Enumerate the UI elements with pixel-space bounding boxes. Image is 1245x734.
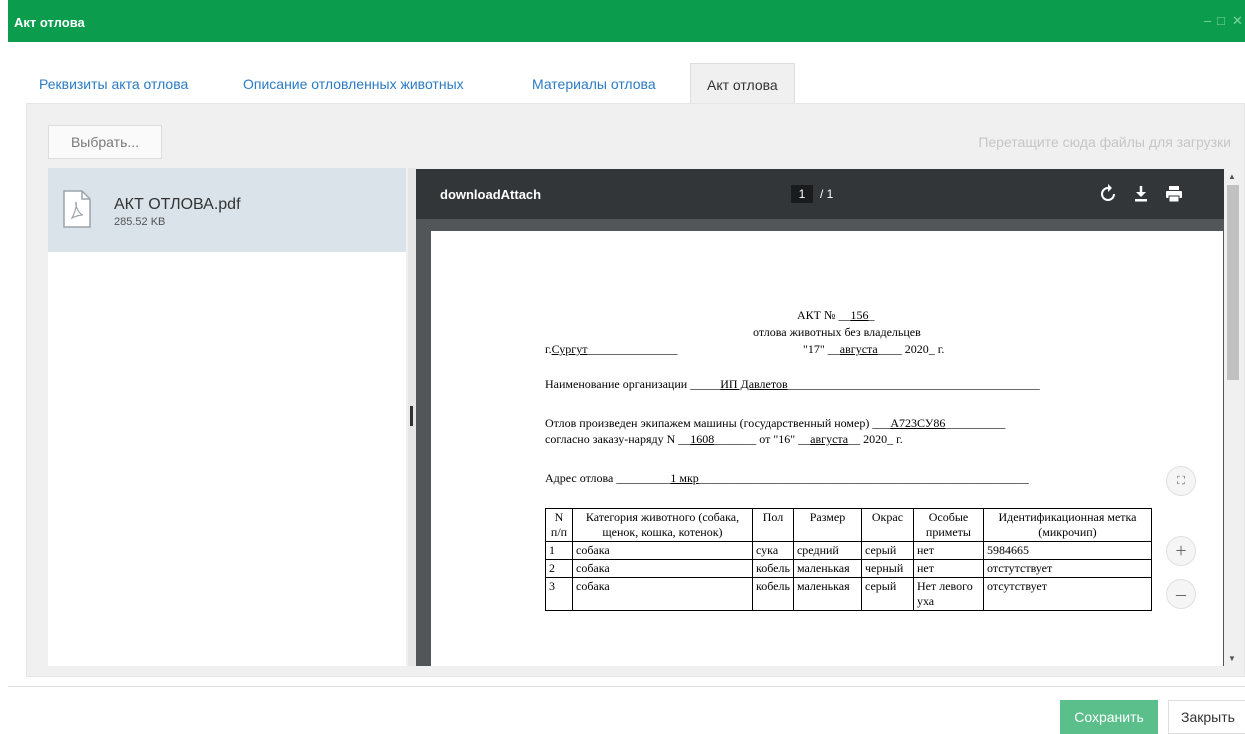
table-cell: средний	[792, 541, 862, 560]
doc-address-value: 1 мкр	[670, 471, 699, 485]
footer-divider	[8, 686, 1245, 687]
doc-date-day: "17"	[803, 342, 825, 356]
table-cell: собака	[572, 541, 753, 560]
doc-org-label: Наименование организации	[545, 377, 688, 391]
zoom-in-button[interactable]: +	[1166, 536, 1196, 566]
pdf-document-title: downloadAttach	[440, 187, 542, 202]
table-cell: отсутствует	[982, 577, 1152, 611]
pdf-file-icon	[63, 190, 91, 228]
table-cell: маленькая	[792, 559, 862, 578]
table-cell: серый	[860, 577, 914, 611]
tab-catch-materials[interactable]: Материалы отлова	[532, 63, 656, 103]
scrollbar-thumb[interactable]	[1227, 185, 1239, 380]
table-cell: 3	[545, 577, 573, 611]
table-cell: черный	[860, 559, 914, 578]
table-cell: нет	[912, 541, 984, 560]
table-cell: отстутствует	[982, 559, 1152, 578]
doc-title-line: АКТ № __156_	[797, 308, 875, 322]
table-cell: 2	[545, 559, 573, 578]
doc-order-number: 1608	[690, 432, 715, 446]
doc-number: 156	[850, 308, 869, 322]
page-total: / 1	[820, 187, 834, 201]
zoom-out-button[interactable]: –	[1166, 579, 1196, 609]
doc-org-line: Наименование организации _____ИП Давлето…	[545, 377, 1040, 391]
file-list: АКТ ОТЛОВА.pdf 285.52 KB	[48, 168, 406, 666]
pdf-viewer: downloadAttach 1 / 1 АКТ № __156_ отлова…	[416, 169, 1224, 666]
file-size: 285.52 KB	[114, 216, 166, 228]
table-row: 1 собака сука средний серый нет 5984665	[545, 541, 1152, 560]
close-button[interactable]: Закрыть	[1168, 700, 1245, 734]
table-cell: сука	[752, 541, 794, 560]
table-header: Размер	[792, 508, 862, 542]
table-header: Категория животного (собака, щенок, кошк…	[572, 508, 753, 542]
table-header: Окрас	[860, 508, 914, 542]
table-cell: собака	[572, 577, 753, 611]
tab-animals-description[interactable]: Описание отловленных животных	[243, 63, 464, 103]
splitter-grip[interactable]	[410, 406, 413, 426]
rotate-icon[interactable]	[1096, 182, 1120, 206]
save-button[interactable]: Сохранить	[1060, 700, 1158, 734]
doc-crew-value: А723СУ86	[890, 416, 946, 430]
close-icon[interactable]: ✕	[1232, 13, 1243, 29]
table-cell: серый	[860, 541, 914, 560]
upload-toolbar: Выбрать... Перетащите сюда файлы для заг…	[27, 104, 1244, 166]
title-bar: Акт отлова – □ ✕	[8, 0, 1245, 42]
drop-zone-hint[interactable]: Перетащите сюда файлы для загрузки	[978, 134, 1231, 150]
doc-crew-line: Отлов произведен экипажем машины (госуда…	[545, 416, 1006, 430]
table-cell: нет	[912, 559, 984, 578]
doc-subtitle: отлова животных без владельцев	[753, 325, 921, 339]
table-cell: Нет левого уха	[912, 577, 984, 611]
pdf-page: АКТ № __156_ отлова животных без владель…	[431, 231, 1223, 666]
table-cell: кобель	[752, 577, 794, 611]
doc-address-label: Адрес отлова	[545, 471, 614, 485]
print-icon[interactable]	[1162, 182, 1186, 206]
table-row: 3 собака кобель маленькая серый Нет лево…	[545, 577, 1152, 611]
doc-order-from: от "16"	[759, 432, 796, 446]
doc-date-month: августа	[839, 342, 878, 356]
doc-crew-label: Отлов произведен экипажем машины (госуда…	[545, 416, 870, 430]
attachments-panel: Выбрать... Перетащите сюда файлы для заг…	[26, 103, 1245, 677]
tab-bar: Реквизиты акта отлова Описание отловленн…	[8, 63, 1245, 103]
file-name: АКТ ОТЛОВА.pdf	[114, 196, 241, 213]
doc-city-line: г.Сургут_______________	[545, 342, 678, 356]
page-number-input[interactable]: 1	[791, 185, 813, 203]
table-cell: собака	[572, 559, 753, 578]
maximize-icon[interactable]: □	[1217, 13, 1225, 28]
pdf-toolbar: downloadAttach 1 / 1	[416, 169, 1224, 219]
minimize-icon[interactable]: –	[1204, 13, 1211, 28]
download-icon[interactable]	[1129, 182, 1153, 206]
viewer-scrollbar[interactable]: ▲ ▼	[1224, 169, 1242, 666]
doc-city: Сургут	[551, 342, 588, 356]
doc-org-value: ИП Давлетов	[720, 377, 788, 391]
doc-date-line: "17" __августа____ 2020_ г.	[803, 342, 945, 356]
doc-order-line: согласно заказу-наряду N __1608_______ о…	[545, 432, 903, 446]
doc-order-year: 2020_ г.	[863, 432, 903, 446]
table-header: Пол	[752, 508, 794, 542]
table-cell: 1	[545, 541, 573, 560]
pane-splitter[interactable]	[408, 168, 416, 666]
zoom-fit-button[interactable]: ⛶	[1166, 466, 1196, 496]
doc-address-line: Адрес отлова _________1 мкр_____________…	[545, 471, 1029, 485]
table-cell: маленькая	[792, 577, 862, 611]
table-row: 2 собака кобель маленькая черный нет отс…	[545, 559, 1152, 578]
table-cell: 5984665	[982, 541, 1152, 560]
tab-act-details[interactable]: Реквизиты акта отлова	[39, 63, 188, 103]
scroll-up-icon[interactable]: ▲	[1228, 172, 1236, 181]
doc-order-label: согласно заказу-наряду N	[545, 432, 676, 446]
table-cell: кобель	[752, 559, 794, 578]
tab-catch-act[interactable]: Акт отлова	[690, 63, 795, 103]
dialog-window: Акт отлова – □ ✕ Реквизиты акта отлова О…	[8, 0, 1245, 734]
table-header-row: N п/п Категория животного (собака, щенок…	[545, 508, 1152, 542]
table-header: Идентификационная метка (микрочип)	[982, 508, 1152, 542]
doc-date-year: 2020_ г.	[904, 342, 945, 356]
table-header: Особые приметы	[912, 508, 984, 542]
doc-title: АКТ №	[797, 308, 836, 322]
table-header: N п/п	[545, 508, 573, 542]
animals-table: N п/п Категория животного (собака, щенок…	[545, 508, 1152, 611]
file-list-item[interactable]: АКТ ОТЛОВА.pdf 285.52 KB	[48, 168, 406, 252]
doc-order-month: августа	[810, 432, 849, 446]
select-files-button[interactable]: Выбрать...	[48, 125, 162, 159]
scroll-down-icon[interactable]: ▼	[1228, 654, 1236, 663]
window-title: Акт отлова	[14, 15, 85, 30]
